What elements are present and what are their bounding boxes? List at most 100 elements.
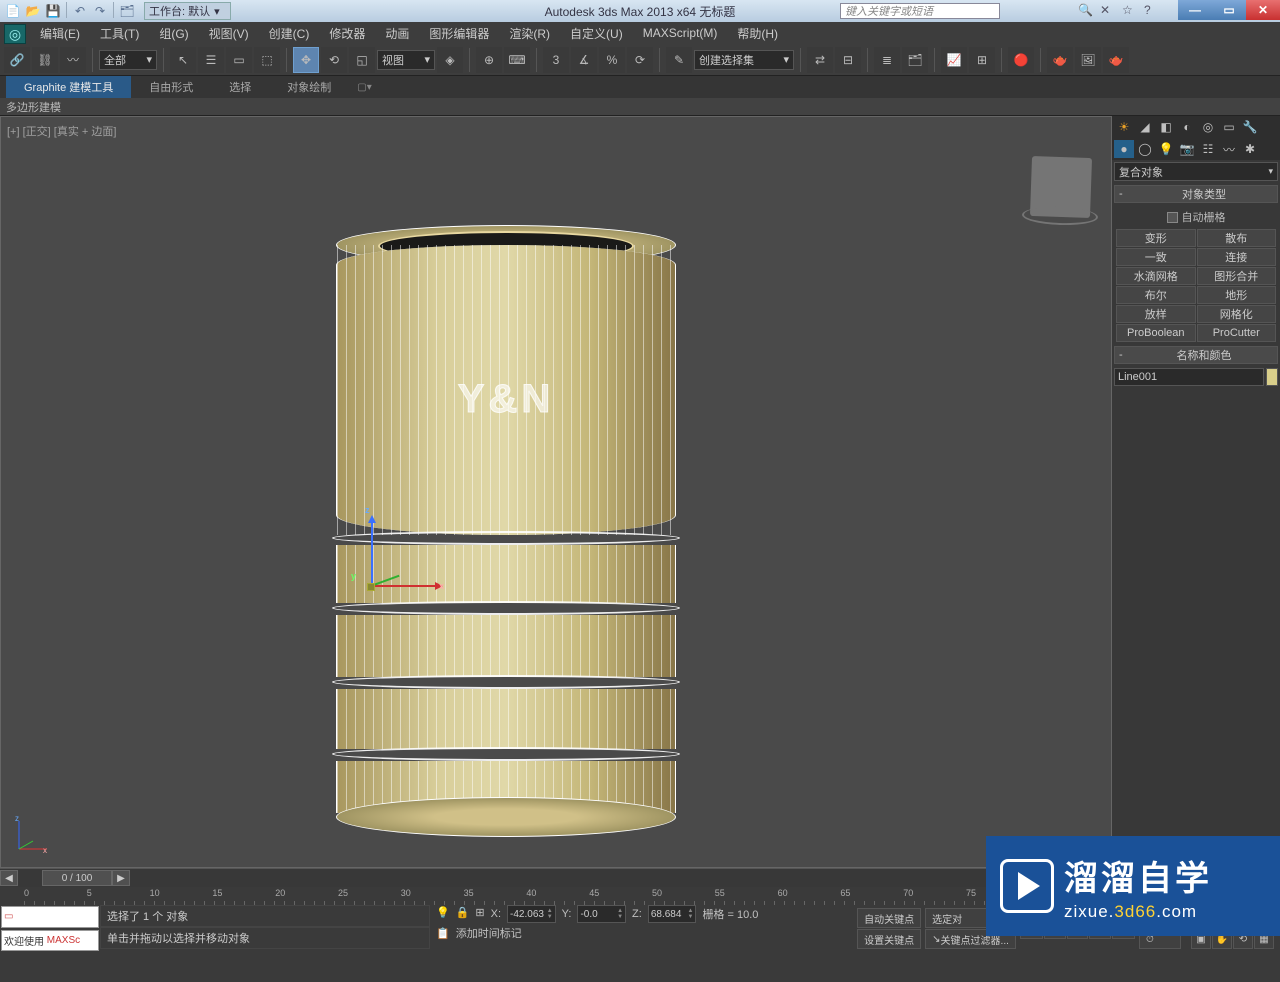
workspace-selector[interactable]: 工作台: 默认 ▾ <box>144 2 231 20</box>
helpers-icon[interactable]: ☷ <box>1198 140 1218 158</box>
x-coord-field[interactable]: -42.063▲▼ <box>507 905 556 923</box>
mesher-button[interactable]: 网格化 <box>1197 305 1277 323</box>
app-menu-button[interactable]: ◎ <box>4 24 26 44</box>
ribbon-tab-freeform[interactable]: 自由形式 <box>131 76 211 98</box>
edit-named-selection-icon[interactable]: ✎ <box>666 47 692 73</box>
auto-key-button[interactable]: 自动关键点 <box>857 908 921 928</box>
render-frame-icon[interactable]: 🖼 <box>1075 47 1101 73</box>
object-color-swatch[interactable] <box>1266 368 1278 386</box>
shapemerge-button[interactable]: 图形合并 <box>1197 267 1277 285</box>
subscription-icon[interactable]: ☆ <box>1122 3 1138 19</box>
rollout-object-type[interactable]: - 对象类型 <box>1114 185 1278 203</box>
loft-button[interactable]: 放样 <box>1116 305 1196 323</box>
curve-editor-icon[interactable]: 📈 <box>941 47 967 73</box>
menu-create[interactable]: 创建(C) <box>259 23 320 44</box>
menu-grapheditors[interactable]: 图形编辑器 <box>419 23 499 44</box>
render-setup-icon[interactable]: 🫖 <box>1047 47 1073 73</box>
rollout-name-color[interactable]: - 名称和颜色 <box>1114 346 1278 364</box>
menu-modifiers[interactable]: 修改器 <box>319 23 375 44</box>
panel-motion-icon[interactable]: ◎ <box>1198 118 1218 136</box>
isolate-icon[interactable]: 📋 <box>436 927 450 940</box>
manipulate-icon[interactable]: ⊕ <box>476 47 502 73</box>
undo-icon[interactable]: ↶ <box>71 2 89 20</box>
systems-icon[interactable]: ✱ <box>1240 140 1260 158</box>
geometry-icon[interactable]: ● <box>1114 140 1134 158</box>
move-icon[interactable]: ✥ <box>293 47 319 73</box>
exchange-icon[interactable]: ✕ <box>1100 3 1116 19</box>
close-button[interactable]: ✕ <box>1246 0 1280 20</box>
minimize-button[interactable]: — <box>1178 0 1212 20</box>
panel-create-icon[interactable]: ◢ <box>1135 118 1155 136</box>
panel-modify-icon[interactable]: ◧ <box>1156 118 1176 136</box>
transform-gizmo[interactable]: z x y <box>361 507 451 597</box>
spacewarps-icon[interactable]: 〰 <box>1219 140 1239 158</box>
panel-utilities-icon[interactable]: 🔧 <box>1240 118 1260 136</box>
schematic-view-icon[interactable]: ⊞ <box>969 47 995 73</box>
menu-tools[interactable]: 工具(T) <box>90 23 149 44</box>
viewcube[interactable] <box>1030 156 1092 218</box>
timeline-prev-icon[interactable]: ◀ <box>0 870 18 886</box>
timeline-next-icon[interactable]: ▶ <box>112 870 130 886</box>
abs-rel-icon[interactable]: ⊞ <box>475 906 484 922</box>
search-input[interactable]: 键入关键字或短语 <box>840 3 1000 19</box>
maxscript-mini[interactable]: ▭ <box>1 906 99 928</box>
terrain-button[interactable]: 地形 <box>1197 286 1277 304</box>
menu-help[interactable]: 帮助(H) <box>727 23 788 44</box>
boolean-button[interactable]: 布尔 <box>1116 286 1196 304</box>
save-file-icon[interactable]: 💾 <box>44 2 62 20</box>
pivot-center-icon[interactable]: ◈ <box>437 47 463 73</box>
connect-button[interactable]: 连接 <box>1197 248 1277 266</box>
link-icon[interactable]: 🔗 <box>4 47 30 73</box>
y-coord-field[interactable]: -0.0▲▼ <box>577 905 626 923</box>
menu-rendering[interactable]: 渲染(R) <box>499 23 560 44</box>
ribbon-tab-graphite[interactable]: Graphite 建模工具 <box>6 76 131 98</box>
time-tag-label[interactable]: 添加时间标记 <box>456 925 522 941</box>
viewport[interactable]: [+] [正交] [真实 + 边面] Y&N z x <box>0 116 1112 868</box>
selection-lock-icon[interactable]: 🔒 <box>456 906 470 922</box>
select-region-rect-icon[interactable]: ▭ <box>226 47 252 73</box>
search-icon[interactable]: 🔍 <box>1078 3 1094 19</box>
cameras-icon[interactable]: 📷 <box>1177 140 1197 158</box>
blobmesh-button[interactable]: 水滴网格 <box>1116 267 1196 285</box>
panel-hierarchy-icon[interactable]: ◐ <box>1177 118 1197 136</box>
viewport-label[interactable]: [+] [正交] [真实 + 边面] <box>7 123 116 139</box>
procutter-button[interactable]: ProCutter <box>1197 324 1277 342</box>
z-coord-field[interactable]: 68.684▲▼ <box>648 905 697 923</box>
menu-group[interactable]: 组(G) <box>149 23 198 44</box>
render-icon[interactable]: 🫖 <box>1103 47 1129 73</box>
mirror-icon[interactable]: ⇄ <box>807 47 833 73</box>
rotate-icon[interactable]: ⟲ <box>321 47 347 73</box>
open-file-icon[interactable]: 📂 <box>24 2 42 20</box>
menu-animation[interactable]: 动画 <box>375 23 419 44</box>
angle-snap-icon[interactable]: ∡ <box>571 47 597 73</box>
help-icon[interactable]: ? <box>1144 3 1160 19</box>
unlink-icon[interactable]: ⛓ <box>32 47 58 73</box>
proboolean-button[interactable]: ProBoolean <box>1116 324 1196 342</box>
spinner-snap-icon[interactable]: ⟳ <box>627 47 653 73</box>
sun-icon[interactable]: ☀ <box>1114 118 1134 136</box>
shapes-icon[interactable]: ◯ <box>1135 140 1155 158</box>
bind-spacewarp-icon[interactable]: 〰 <box>60 47 86 73</box>
selection-filter-dropdown[interactable]: 全部▾ <box>99 50 157 70</box>
set-key-button[interactable]: 设置关键点 <box>857 929 921 949</box>
new-file-icon[interactable]: 📄 <box>4 2 22 20</box>
select-icon[interactable]: ↖ <box>170 47 196 73</box>
redo-icon[interactable]: ↷ <box>91 2 109 20</box>
scale-icon[interactable]: ◱ <box>349 47 375 73</box>
named-selection-dropdown[interactable]: 创建选择集▾ <box>694 50 794 70</box>
lock-icon[interactable]: 💡 <box>436 906 450 922</box>
maximize-button[interactable]: ▭ <box>1212 0 1246 20</box>
align-icon[interactable]: ⊟ <box>835 47 861 73</box>
material-editor-icon[interactable]: 🔴 <box>1008 47 1034 73</box>
morph-button[interactable]: 变形 <box>1116 229 1196 247</box>
menu-edit[interactable]: 编辑(E) <box>30 23 90 44</box>
menu-maxscript[interactable]: MAXScript(M) <box>633 24 728 42</box>
reference-coord-dropdown[interactable]: 视图▾ <box>377 50 435 70</box>
panel-display-icon[interactable]: ▭ <box>1219 118 1239 136</box>
project-folder-icon[interactable]: 🗂 <box>118 2 136 20</box>
layers-icon[interactable]: ≣ <box>874 47 900 73</box>
ribbon-minimize-icon[interactable]: ▢▾ <box>357 82 371 93</box>
keyboard-shortcut-icon[interactable]: ⌨ <box>504 47 530 73</box>
lights-icon[interactable]: 💡 <box>1156 140 1176 158</box>
menu-customize[interactable]: 自定义(U) <box>560 23 633 44</box>
